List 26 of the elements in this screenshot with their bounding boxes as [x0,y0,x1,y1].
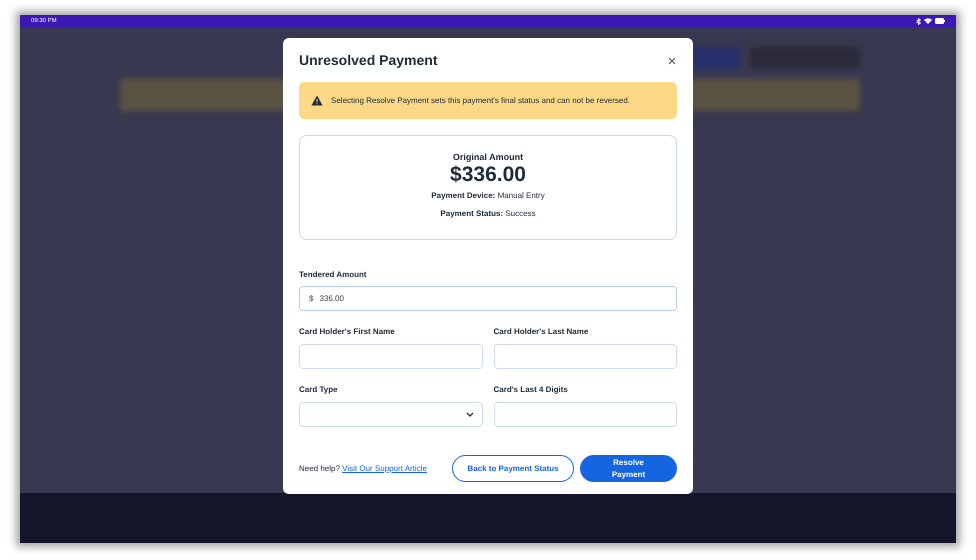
warning-icon [311,95,323,106]
tendered-amount-field[interactable]: $ 336.00 [299,286,677,311]
dialog-title: Unresolved Payment [299,51,438,70]
warning-text: Selecting Resolve Payment sets this payment's final status and can not be reversed. [331,94,630,106]
card-type-dropdown[interactable] [299,402,482,427]
resolve-payment-button[interactable]: Resolve Payment [580,455,677,482]
close-icon[interactable] [668,56,676,64]
chevron-down-icon [466,412,474,417]
field-label: Card Type [299,384,339,396]
field-label: Tendered Amount [299,269,368,281]
field-label: Card's Last 4 Digits [494,384,569,396]
help-text: Need help? Visit Our Support Article [299,462,427,474]
text-field[interactable] [494,344,677,369]
field-label: Card Holder's Last Name [494,326,590,338]
bluetooth-icon [916,18,921,24]
support-link[interactable]: Visit Our Support Article [342,464,427,472]
back-button[interactable]: Back to Payment Status [452,455,574,482]
text-field[interactable] [299,344,482,369]
detail-text: Payment Device: Manual Entry [431,191,545,201]
field-label: Card Holder's First Name [299,326,396,338]
detail-text: Payment Status: Success [440,209,536,219]
text-field[interactable] [494,402,677,427]
summary-label: Original Amount [452,152,524,163]
battery-icon [935,18,945,24]
amount: $336.00 [450,163,526,187]
wifi-icon [924,18,932,24]
